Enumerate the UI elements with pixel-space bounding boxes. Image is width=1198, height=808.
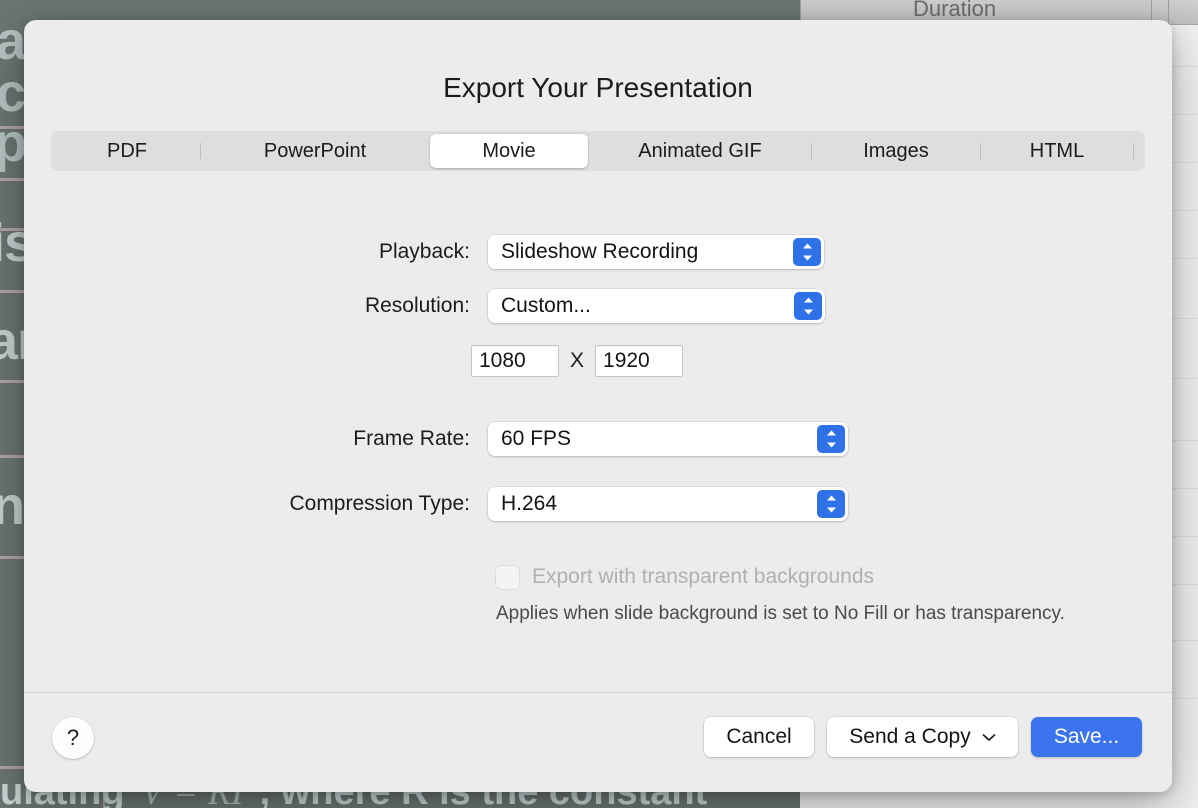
tab-keynote-09[interactable]: Keynote ’09 bbox=[1134, 134, 1172, 168]
dialog-action-buttons: Cancel Send a Copy Save... bbox=[704, 717, 1142, 757]
dialog-title: Export Your Presentation bbox=[24, 72, 1172, 104]
tab-pdf[interactable]: PDF bbox=[54, 134, 200, 168]
tab-html[interactable]: HTML bbox=[981, 134, 1133, 168]
tab-label: Movie bbox=[482, 140, 535, 163]
chevron-updown-icon[interactable] bbox=[793, 238, 821, 266]
screen: a c po ist an ni ulatingV = RI, where R … bbox=[0, 0, 1198, 808]
tab-label: Images bbox=[863, 140, 929, 163]
transparent-background-help-text: Applies when slide background is set to … bbox=[496, 603, 1065, 625]
resolution-select[interactable]: Custom... bbox=[488, 289, 825, 323]
export-format-tabs[interactable]: PDF PowerPoint Movie Animated GIF Images… bbox=[51, 131, 1145, 171]
playback-select[interactable]: Slideshow Recording bbox=[488, 235, 824, 269]
height-value: 1920 bbox=[603, 349, 650, 373]
inspector-title: Duration bbox=[913, 0, 996, 22]
frame-rate-row: Frame Rate: 60 FPS bbox=[224, 422, 848, 456]
playback-row: Playback: Slideshow Recording bbox=[224, 235, 824, 269]
footer-divider bbox=[24, 692, 1172, 693]
cancel-button[interactable]: Cancel bbox=[704, 717, 814, 757]
chevron-down-icon bbox=[982, 733, 996, 742]
tab-powerpoint[interactable]: PowerPoint bbox=[201, 134, 429, 168]
compression-type-select[interactable]: H.264 bbox=[488, 487, 848, 521]
chevron-updown-icon[interactable] bbox=[817, 425, 845, 453]
help-button[interactable]: ? bbox=[52, 717, 94, 759]
save-button[interactable]: Save... bbox=[1031, 717, 1142, 757]
compression-type-row: Compression Type: H.264 bbox=[224, 487, 848, 521]
transparent-background-checkbox[interactable] bbox=[496, 566, 519, 589]
width-input[interactable]: 1080 bbox=[471, 345, 559, 377]
transparent-background-row[interactable]: Export with transparent backgrounds bbox=[496, 565, 874, 589]
tab-animated-gif[interactable]: Animated GIF bbox=[589, 134, 811, 168]
cancel-label: Cancel bbox=[726, 725, 791, 749]
transparent-background-label: Export with transparent backgrounds bbox=[532, 565, 874, 589]
playback-value: Slideshow Recording bbox=[501, 240, 698, 264]
width-value: 1080 bbox=[479, 349, 526, 373]
dimension-separator: X bbox=[570, 349, 584, 373]
tab-label: PowerPoint bbox=[264, 140, 366, 163]
custom-dimensions-row: 1080 X 1920 bbox=[471, 345, 683, 377]
tab-label: Animated GIF bbox=[638, 140, 761, 163]
send-a-copy-button[interactable]: Send a Copy bbox=[827, 717, 1018, 757]
resolution-value: Custom... bbox=[501, 294, 591, 318]
question-mark-icon: ? bbox=[67, 725, 79, 751]
resolution-row: Resolution: Custom... bbox=[224, 289, 825, 323]
send-a-copy-label: Send a Copy bbox=[849, 725, 970, 749]
tab-movie[interactable]: Movie bbox=[430, 134, 588, 168]
frame-rate-value: 60 FPS bbox=[501, 427, 571, 451]
export-dialog: Export Your Presentation PDF PowerPoint … bbox=[24, 20, 1172, 792]
frame-rate-select[interactable]: 60 FPS bbox=[488, 422, 848, 456]
frame-rate-label: Frame Rate: bbox=[224, 427, 470, 451]
chevron-updown-icon[interactable] bbox=[817, 490, 845, 518]
resolution-label: Resolution: bbox=[224, 294, 470, 318]
playback-label: Playback: bbox=[224, 240, 470, 264]
save-label: Save... bbox=[1054, 725, 1119, 749]
tab-images[interactable]: Images bbox=[812, 134, 980, 168]
compression-type-value: H.264 bbox=[501, 492, 557, 516]
tab-label: HTML bbox=[1030, 140, 1084, 163]
tab-label: PDF bbox=[107, 140, 147, 163]
chevron-updown-icon[interactable] bbox=[794, 292, 822, 320]
compression-type-label: Compression Type: bbox=[224, 492, 470, 516]
height-input[interactable]: 1920 bbox=[595, 345, 683, 377]
